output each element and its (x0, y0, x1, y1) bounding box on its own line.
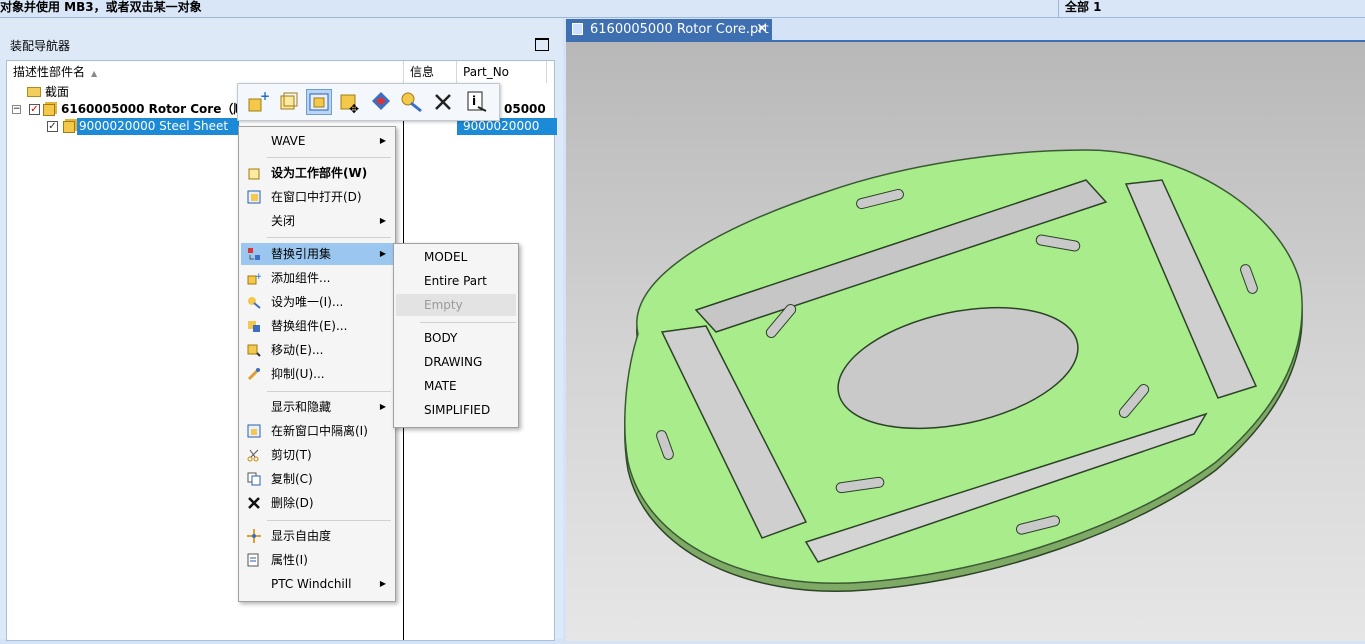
make-unique-icon[interactable] (399, 89, 425, 115)
menu-item-cut[interactable]: 剪切(T) (241, 444, 393, 466)
reference-set-icon (248, 248, 260, 260)
menu-item-close[interactable]: 关闭 ▶ (241, 210, 393, 232)
menu-separator (267, 391, 391, 392)
graphics-window[interactable] (566, 40, 1365, 641)
visibility-checkbox[interactable]: ✓ (29, 104, 40, 115)
menu-item-add-component[interactable]: + 添加组件... (241, 267, 393, 289)
folder-icon (27, 87, 41, 97)
sort-ascending-icon: ▲ (91, 69, 98, 78)
make-work-part-icon (248, 168, 260, 180)
menu-item-properties[interactable]: 属性(I) (241, 549, 393, 571)
submenu-arrow-icon: ▶ (379, 402, 386, 411)
menu-item-show-hide[interactable]: 显示和隐藏 ▶ (241, 396, 393, 418)
add-component-icon[interactable]: + (244, 89, 270, 115)
svg-text:+: + (260, 89, 270, 103)
menu-item-replace-component[interactable]: 替换组件(E)... (241, 315, 393, 337)
scissors-icon (247, 449, 259, 462)
assembly-icon (43, 104, 55, 116)
degrees-of-freedom-icon (247, 529, 261, 543)
column-header-part-no[interactable]: Part_No (457, 61, 547, 83)
svg-text:✥: ✥ (349, 102, 359, 115)
menu-separator (420, 322, 516, 323)
delete-icon (248, 497, 260, 509)
properties-icon (247, 553, 259, 567)
isolate-window-icon (247, 424, 261, 438)
selection-filter[interactable]: 全部 1 (1065, 0, 1102, 15)
row-part-no: 05000 (504, 102, 546, 116)
menu-item-open-in-window[interactable]: 在窗口中打开(D) (241, 186, 393, 208)
column-header-info[interactable]: 信息 (404, 61, 457, 83)
menu-item-copy[interactable]: 复制(C) (241, 468, 393, 490)
menu-item-ptc-windchill[interactable]: PTC Windchill ▶ (241, 573, 393, 595)
submenu-arrow-icon: ▶ (379, 216, 386, 225)
refset-model[interactable]: MODEL (396, 246, 516, 268)
menu-item-make-work-part[interactable]: 设为工作部件(W) (241, 162, 393, 184)
maximize-icon[interactable] (535, 38, 549, 51)
menu-item-show-dof[interactable]: 显示自由度 (241, 525, 393, 547)
delete-icon[interactable] (430, 89, 456, 115)
submenu-arrow-icon: ▶ (379, 136, 386, 145)
status-bar: 对象并使用 MB3，或者双击某一对象 全部 1 (0, 0, 1365, 18)
refset-simplified[interactable]: SIMPLIFIED (396, 399, 516, 421)
part-file-icon (572, 23, 583, 35)
status-divider (1058, 0, 1059, 17)
submenu-arrow-icon: ▶ (379, 249, 386, 258)
menu-separator (267, 157, 391, 158)
menu-item-suppress[interactable]: 抑制(U)... (241, 363, 393, 385)
refset-mate[interactable]: MATE (396, 375, 516, 397)
replace-icon[interactable] (368, 89, 394, 115)
add-component-icon: + (247, 272, 261, 285)
navigator-title: 装配导航器 (10, 39, 71, 53)
component-icon (63, 121, 75, 133)
menu-separator (267, 237, 391, 238)
collapse-icon[interactable]: − (12, 105, 21, 114)
properties-icon[interactable]: i (464, 89, 490, 115)
svg-text:i: i (472, 94, 476, 108)
move-component-icon[interactable]: ✥ (337, 89, 363, 116)
menu-item-move[interactable]: 移动(E)... (241, 339, 393, 361)
rotor-core-model[interactable] (566, 42, 1365, 641)
make-unique-icon (248, 297, 261, 309)
refset-drawing[interactable]: DRAWING (396, 351, 516, 373)
menu-item-make-unique[interactable]: 设为唯一(I)... (241, 291, 393, 313)
visibility-checkbox[interactable]: ✓ (47, 121, 58, 132)
copy-icon (247, 472, 261, 486)
row-label: 6160005000 Rotor Core（顺序 (61, 102, 258, 116)
replace-component-icon (248, 321, 260, 332)
graphics-tab-bar: 6160005000 Rotor Core.prt ✕ (564, 18, 1365, 40)
menu-item-wave[interactable]: WAVE ▶ (241, 130, 393, 152)
refset-body[interactable]: BODY (396, 327, 516, 349)
row-label: 9000020000 Steel Sheet (77, 118, 239, 135)
menu-item-replace-reference-set[interactable]: 替换引用集 ▶ (241, 243, 393, 265)
graphics-tab[interactable]: 6160005000 Rotor Core.prt ✕ (566, 19, 772, 40)
status-prompt: 对象并使用 MB3，或者双击某一对象 (0, 0, 202, 14)
refset-empty: Empty (396, 294, 516, 316)
make-work-part-icon[interactable] (275, 89, 301, 115)
open-in-window-icon (247, 190, 261, 204)
suppress-icon (247, 367, 261, 381)
open-in-window-icon[interactable] (306, 89, 332, 115)
row-label: 截面 (45, 85, 70, 99)
reference-set-submenu: MODEL Entire Part Empty BODY DRAWING MAT… (393, 243, 519, 428)
submenu-arrow-icon: ▶ (379, 579, 386, 588)
menu-item-isolate-new-window[interactable]: 在新窗口中隔离(I) (241, 420, 393, 442)
menu-item-delete[interactable]: 删除(D) (241, 492, 393, 514)
refset-entire-part[interactable]: Entire Part (396, 270, 516, 292)
svg-text:+: + (255, 272, 261, 282)
move-component-icon (247, 344, 261, 357)
close-tab-icon[interactable]: ✕ (756, 19, 768, 40)
context-menu: WAVE ▶ 设为工作部件(W) 在窗口中打开(D) 关闭 ▶ 替换引用集 ▶ + 添… (238, 126, 396, 602)
menu-separator (267, 520, 391, 521)
mini-toolbar: + ✥ i (237, 83, 500, 121)
column-header-name[interactable]: 描述性部件名 ▲ (7, 61, 404, 83)
